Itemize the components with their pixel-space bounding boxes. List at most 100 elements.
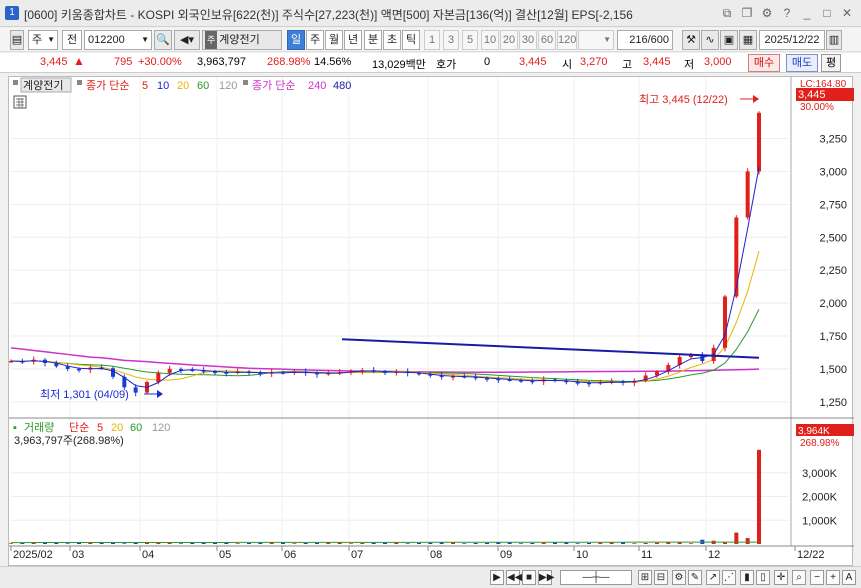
interval-button-1[interactable]: 1	[424, 30, 440, 50]
volume-bar	[462, 543, 467, 544]
magnify-icon[interactable]: ⌕	[792, 570, 806, 585]
scroll-prev-button[interactable]: ◀◀	[506, 570, 522, 585]
candle-body	[757, 112, 761, 172]
interval-custom-select[interactable]: ▼	[578, 30, 614, 50]
date-input[interactable]: 2025/12/22	[759, 30, 825, 50]
eval-button[interactable]: 평	[821, 54, 841, 72]
stock-name-field[interactable]: 주 계양전기	[202, 30, 282, 50]
interval-button-5[interactable]: 5	[462, 30, 478, 50]
drawing-tools-icon[interactable]: ✎	[688, 570, 702, 585]
volume-bar	[541, 542, 546, 544]
minimize-icon[interactable]: _	[799, 5, 815, 21]
interval-button-3[interactable]: 3	[443, 30, 459, 50]
date-axis-label: 08	[430, 549, 442, 561]
volume-axis-label: 1,000K	[802, 515, 838, 527]
volume-bar	[9, 543, 13, 544]
scroll-right-button[interactable]: ▶	[490, 570, 504, 585]
volume-bar	[745, 538, 750, 544]
candle-body	[77, 368, 81, 371]
period-minute-tab[interactable]: 분	[364, 30, 382, 50]
volume-axis-label: 2,000K	[802, 492, 838, 504]
interval-button-10[interactable]: 10	[481, 30, 499, 50]
period-tick-tab[interactable]: 틱	[402, 30, 420, 50]
calendar-icon[interactable]: ▥	[826, 30, 842, 50]
stop-button[interactable]: ■	[522, 570, 536, 585]
interval-button-120[interactable]: 120	[557, 30, 577, 50]
interval-button-60[interactable]: 60	[538, 30, 556, 50]
stock-type-select[interactable]: 주 ▼	[28, 30, 58, 50]
period-day-tab[interactable]: 일	[287, 30, 305, 50]
candle-body	[156, 372, 161, 383]
restore-icon[interactable]: ❐	[739, 5, 755, 21]
volume-last-pct: 268.98%	[800, 438, 840, 449]
volume-bar	[65, 543, 70, 544]
pattern-icon[interactable]: ⋰	[722, 570, 736, 585]
close-icon[interactable]: ✕	[839, 5, 855, 21]
chart-split-icon[interactable]: ⊟	[654, 570, 668, 585]
volume-bar	[655, 542, 659, 544]
price-change: 795	[114, 56, 133, 68]
date-axis-label: 07	[351, 549, 363, 561]
price-chart-svg[interactable]: 계양전기 종가 단순 5 10 20 60 120 종가 단순 240 480 …	[9, 77, 854, 567]
quote-value: 0	[484, 56, 491, 68]
settings-icon[interactable]: ⚙	[759, 5, 775, 21]
volume-bar	[598, 542, 603, 544]
interval-button-20[interactable]: 20	[500, 30, 518, 50]
search-icon[interactable]: 🔍	[154, 30, 172, 50]
zoom-slider[interactable]: —┼—	[560, 570, 632, 585]
crosshair-icon[interactable]: ✛	[774, 570, 788, 585]
zoom-out-icon[interactable]: −	[810, 570, 824, 585]
window-number-badge[interactable]: 1	[5, 6, 19, 20]
legend-marker	[243, 80, 248, 85]
link-icon[interactable]: ⧉	[719, 5, 735, 21]
scroll-next-button[interactable]: ▶▶	[538, 570, 554, 585]
candle-body	[745, 171, 750, 218]
prev-button[interactable]: 전	[62, 30, 82, 50]
volume-legend-label: 거래량	[24, 421, 54, 434]
window-title: [0600] 키움종합차트 - KOSPI 외국인보유[622(천)] 주식수[…	[24, 8, 633, 22]
volume-bar	[235, 543, 240, 544]
legend-ma-240: 240	[308, 80, 326, 92]
sound-icon[interactable]: ◀▾	[174, 30, 200, 50]
help-icon[interactable]: ?	[779, 5, 795, 21]
price-axis-label: 2,000	[819, 298, 847, 310]
volume-bar	[122, 543, 127, 544]
legend-ma-120: 120	[219, 80, 237, 92]
interval-button-30[interactable]: 30	[519, 30, 537, 50]
save-icon[interactable]: ▣	[720, 30, 738, 50]
candle-body	[167, 368, 172, 373]
price-axis-label: 3,000	[819, 166, 847, 178]
trend-icon[interactable]: ↗	[706, 570, 720, 585]
low-annotation: 최저 1,301 (04/09)	[40, 388, 129, 401]
period-week-tab[interactable]: 주	[306, 30, 324, 50]
period-second-tab[interactable]: 초	[383, 30, 401, 50]
chart-area[interactable]: 계양전기 종가 단순 5 10 20 60 120 종가 단순 240 480 …	[8, 76, 854, 567]
count-input[interactable]: 216/600	[617, 30, 673, 50]
volume-bar	[292, 543, 297, 544]
sell-button[interactable]: 매도	[786, 54, 818, 72]
zoom-in-icon[interactable]: +	[826, 570, 840, 585]
trend-line	[341, 338, 760, 359]
legend-ma-20: 20	[177, 80, 189, 92]
candle-icon[interactable]: ▮	[740, 570, 754, 585]
date-axis-label: 09	[500, 549, 512, 561]
volume-bar	[247, 543, 251, 544]
high-arrow-icon	[753, 95, 759, 103]
price-axis-label: 1,500	[819, 364, 847, 376]
text-tool-icon[interactable]: A	[842, 570, 856, 585]
bar-icon[interactable]: ▯	[756, 570, 770, 585]
tools-icon[interactable]: ⚒	[682, 30, 700, 50]
toggle-panel-icon[interactable]: ▤	[10, 30, 24, 50]
period-year-tab[interactable]: 년	[344, 30, 362, 50]
volume-bar	[303, 543, 308, 544]
buy-button[interactable]: 매수	[748, 54, 780, 72]
chart-layout-icon[interactable]: ⊞	[638, 570, 652, 585]
period-month-tab[interactable]: 월	[325, 30, 343, 50]
maximize-icon[interactable]: □	[819, 5, 835, 21]
window-controls: ⧉ ❐ ⚙ ? _ □ ✕	[719, 5, 855, 21]
indicator-settings-icon[interactable]: ⚙	[672, 570, 686, 585]
indicator-icon[interactable]: ∿	[701, 30, 719, 50]
volume-bar	[417, 543, 421, 544]
grid-icon[interactable]: ▦	[739, 30, 757, 50]
stock-code-input[interactable]: 012200 ▼	[84, 30, 152, 50]
